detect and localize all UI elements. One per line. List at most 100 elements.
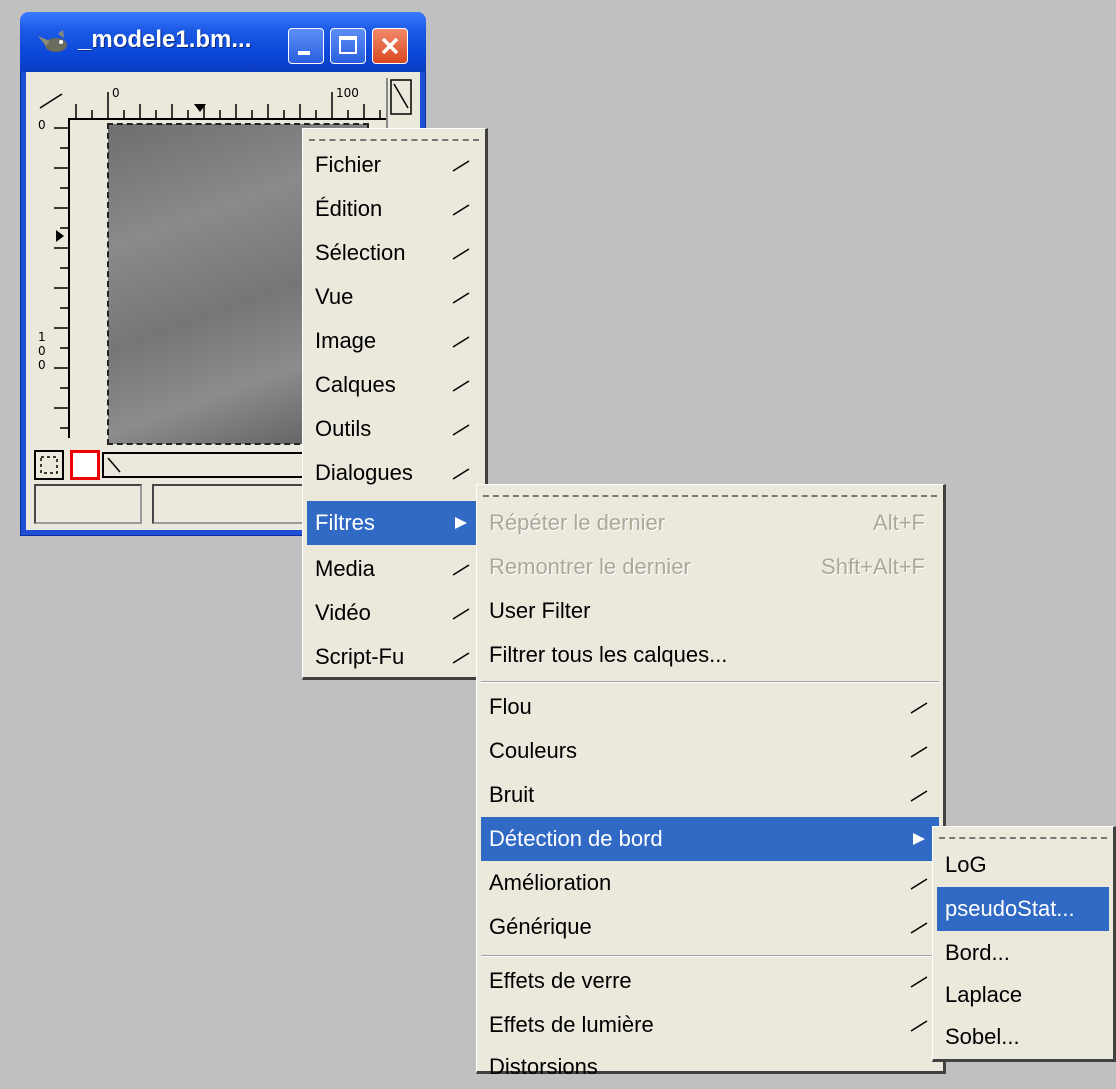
close-button[interactable] [372,28,408,64]
vertical-ruler-ticks [54,127,68,429]
menu-item-label: Vidéo [315,600,371,625]
menu-item-label: Amélioration [489,870,612,895]
filters-submenu: Répéter le dernier Alt+F Remontrer le de… [476,484,946,1079]
submenu-arrow-icon [452,608,470,620]
menu-item-label: Dialogues [315,460,413,485]
menu-item-vue[interactable]: Vue [307,275,481,319]
submenu-arrow-icon [452,248,470,260]
tearoff-line[interactable] [309,139,479,141]
menu-item-couleurs[interactable]: Couleurs [481,729,939,773]
menu-item-label: LoG [945,852,987,877]
menu-item-label: Filtrer tous les calques... [489,642,728,667]
menu-item-detection-de-bord[interactable]: Détection de bord [481,817,939,861]
menu-item-label: Effets de verre [489,968,632,993]
menu-item-script-fu[interactable]: Script-Fu [307,635,481,679]
menu-item-distorsions[interactable]: Distorsions [481,1045,939,1089]
menu-item-dialogues[interactable]: Dialogues [307,451,481,495]
menu-item-label: pseudoStat... [945,896,1075,921]
menu-item-bord[interactable]: Bord... [937,931,1109,975]
horizontal-ruler: 0 100 [68,78,388,120]
submenu-arrow-icon [910,976,928,988]
submenu-arrow-icon [452,380,470,392]
menu-item-label: Bruit [489,782,535,807]
menu-item-label: Sélection [315,240,406,265]
menu-separator [481,955,939,957]
submenu-arrow-icon [452,204,470,216]
menu-item-video[interactable]: Vidéo [307,591,481,635]
menu-item-edition[interactable]: Édition [307,187,481,231]
menu-item-label: Outils [315,416,372,441]
gimp-wilber-icon [38,30,67,52]
menu-item-label: Script-Fu [315,644,405,669]
menu-item-fichier[interactable]: Fichier [307,143,481,187]
dashed-selection-icon [40,456,58,474]
vruler-label-0b: 0 [38,344,46,358]
ruler-label-0: 0 [112,86,120,100]
menu-item-bruit[interactable]: Bruit [481,773,939,817]
submenu-arrow-icon [910,878,928,890]
submenu-arrow-icon [910,746,928,758]
menu-item-label: Générique [489,914,592,939]
menu-item-label: Édition [315,196,383,221]
menu-item-outils[interactable]: Outils [307,407,481,451]
menu-item-effets-de-lumiere[interactable]: Effets de lumière [481,1003,939,1047]
menu-item-selection[interactable]: Sélection [307,231,481,275]
submenu-arrow-icon [452,160,470,172]
ruler-corner[interactable] [34,78,68,120]
submenu-arrow-icon [452,468,470,480]
window-title: _modele1.bm... [78,26,252,53]
menu-item-amelioration[interactable]: Amélioration [481,861,939,905]
submenu-arrow-icon [452,336,470,348]
menu-item-label: Filtres [315,510,375,535]
menu-item-label: Couleurs [489,738,578,763]
menu-item-image[interactable]: Image [307,319,481,363]
menu-item-media[interactable]: Media [307,547,481,591]
submenu-arrow-icon [910,1020,928,1032]
submenu-open-arrow-icon [455,517,467,529]
menu-item-log[interactable]: LoG [937,843,1109,887]
ruler-corner-icon [39,93,63,109]
close-icon [381,37,399,55]
submenu-arrow-icon [910,702,928,714]
status-field-left [34,484,142,524]
shortcut-label: Alt+F [873,510,925,535]
menu-item-generique[interactable]: Générique [481,905,939,949]
menu-item-label: Vue [315,284,354,309]
maximize-button[interactable] [330,28,366,64]
submenu-arrow-icon [452,652,470,664]
minimize-button[interactable] [288,28,324,64]
menu-item-effets-de-verre[interactable]: Effets de verre [481,959,939,1003]
menu-item-sobel[interactable]: Sobel... [937,1015,1109,1059]
menu-item-label: Répéter le dernier [489,510,666,535]
shortcut-label: Shft+Alt+F [821,554,925,579]
submenu-arrow-icon [452,424,470,436]
menu-item-calques[interactable]: Calques [307,363,481,407]
menu-item-label: User Filter [489,598,591,623]
menu-item-reshow-last: Remontrer le dernier Shft+Alt+F [481,545,939,589]
tearoff-line[interactable] [483,495,937,497]
menu-item-label: Flou [489,694,532,719]
tearoff-line[interactable] [939,837,1107,839]
menu-item-label: Distorsions [489,1054,598,1079]
menu-item-label: Effets de lumière [489,1012,654,1037]
menu-item-pseudostat[interactable]: pseudoStat... [937,887,1109,931]
menu-item-label: Fichier [315,152,382,177]
submenu-arrow-icon [452,564,470,576]
window-titlebar[interactable]: _modele1.bm... [20,12,426,72]
menu-item-flou[interactable]: Flou [481,685,939,729]
menu-separator [481,681,939,683]
menu-item-laplace[interactable]: Laplace [937,973,1109,1017]
vruler-label-1: 1 [38,330,46,344]
submenu-arrow-icon [452,292,470,304]
menu-item-user-filter[interactable]: User Filter [481,589,939,633]
menu-item-label: Détection de bord [489,826,663,851]
menu-item-label: Remontrer le dernier [489,554,691,579]
submenu-open-arrow-icon [913,833,925,845]
menu-item-repeat-last: Répéter le dernier Alt+F [481,501,939,545]
quick-mask-button[interactable] [70,450,100,480]
maximize-icon [339,36,357,54]
selection-toggle-button[interactable] [34,450,64,480]
ruler-label-100: 100 [336,86,359,100]
menu-item-filtres[interactable]: Filtres [307,501,481,545]
menu-item-filter-all-layers[interactable]: Filtrer tous les calques... [481,633,939,677]
